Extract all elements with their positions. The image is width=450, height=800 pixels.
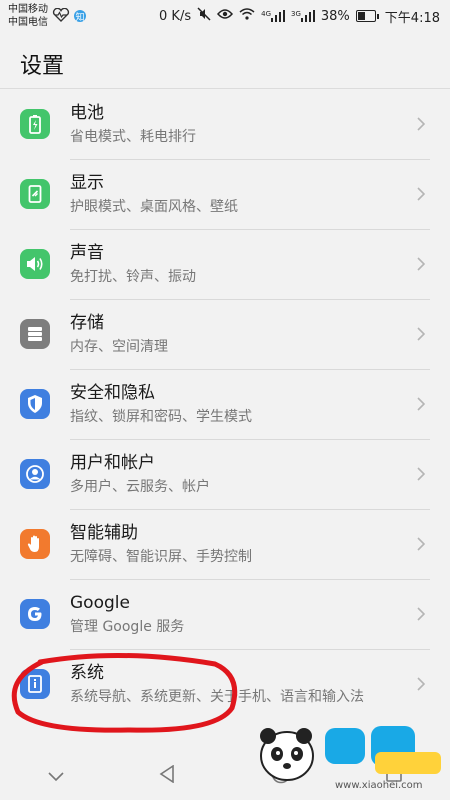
carrier-2: 中国电信 [8, 17, 48, 28]
panda-logo-icon [260, 726, 441, 781]
info-icon [20, 669, 50, 699]
battery-status-icon [355, 10, 379, 22]
battery-percent: 38% [320, 8, 350, 24]
settings-item-title: Google [70, 593, 130, 613]
status-bar: 中国移动 中国电信 知 0 K/s 4G 3G 38% 下午4:18 [0, 0, 450, 32]
settings-item-subtitle: 内存、空间清理 [70, 339, 168, 355]
settings-item-subtitle: 指纹、锁屏和密码、学生模式 [70, 409, 252, 425]
storage-icon [20, 319, 50, 349]
mute-icon [197, 7, 211, 25]
watermark-text: www.xiaohei.com [335, 780, 423, 791]
google-icon [20, 599, 50, 629]
signal-3g-icon: 3G [291, 10, 315, 22]
chevron-right-icon [417, 327, 426, 341]
divider [70, 509, 430, 510]
settings-item-battery[interactable]: 电池 省电模式、耗电排行 [0, 89, 450, 159]
speaker-icon [20, 249, 50, 279]
settings-item-subtitle: 护眼模式、桌面风格、壁纸 [70, 199, 238, 215]
settings-item-subtitle: 无障碍、智能识屏、手势控制 [70, 549, 252, 565]
hand-icon [20, 529, 50, 559]
divider [70, 299, 430, 300]
settings-item-title: 显示 [70, 173, 104, 193]
divider [70, 369, 430, 370]
settings-item-smart-assist[interactable]: 智能辅助 无障碍、智能识屏、手势控制 [0, 509, 450, 579]
eye-icon [217, 8, 234, 24]
settings-item-system[interactable]: 系统 系统导航、系统更新、关于手机、语言和输入法 [0, 649, 450, 719]
settings-item-google[interactable]: Google 管理 Google 服务 [0, 579, 450, 649]
network-4g-label: 4G [261, 10, 271, 18]
divider [70, 649, 430, 650]
settings-item-title: 声音 [70, 243, 104, 263]
chevron-right-icon [417, 257, 426, 271]
network-3g-label: 3G [291, 10, 301, 18]
settings-item-title: 电池 [70, 103, 104, 123]
divider [70, 579, 430, 580]
user-icon [20, 459, 50, 489]
settings-item-subtitle: 免打扰、铃声、振动 [70, 269, 196, 285]
back-icon[interactable] [159, 764, 175, 787]
chevron-right-icon [417, 117, 426, 131]
settings-item-subtitle: 省电模式、耗电排行 [70, 129, 196, 145]
divider [70, 229, 430, 230]
display-icon [20, 179, 50, 209]
network-speed: 0 K/s [159, 8, 192, 24]
settings-item-title: 用户和帐户 [70, 453, 155, 473]
settings-item-subtitle: 系统导航、系统更新、关于手机、语言和输入法 [70, 689, 364, 705]
carrier-1: 中国移动 [8, 4, 48, 15]
page-header: 设置 [0, 32, 450, 89]
chevron-right-icon [417, 677, 426, 691]
wifi-icon [239, 8, 255, 24]
settings-item-title: 智能辅助 [70, 523, 138, 543]
settings-item-sound[interactable]: 声音 免打扰、铃声、振动 [0, 229, 450, 299]
divider [70, 159, 430, 160]
settings-item-subtitle: 管理 Google 服务 [70, 619, 185, 635]
heart-rate-icon [52, 7, 70, 25]
chevron-right-icon [417, 537, 426, 551]
settings-item-title: 存储 [70, 313, 104, 333]
hide-nav-icon[interactable] [48, 767, 64, 786]
settings-item-display[interactable]: 显示 护眼模式、桌面风格、壁纸 [0, 159, 450, 229]
divider [70, 439, 430, 440]
settings-item-users-accounts[interactable]: 用户和帐户 多用户、云服务、帐户 [0, 439, 450, 509]
chevron-right-icon [417, 187, 426, 201]
page-title: 设置 [20, 54, 65, 79]
settings-item-subtitle: 多用户、云服务、帐户 [70, 479, 210, 495]
notification-icon: 知 [74, 10, 86, 23]
settings-item-security[interactable]: 安全和隐私 指纹、锁屏和密码、学生模式 [0, 369, 450, 439]
clock: 下午4:18 [384, 10, 440, 26]
settings-item-storage[interactable]: 存储 内存、空间清理 [0, 299, 450, 369]
chevron-right-icon [417, 607, 426, 621]
carrier-names: 中国移动 中国电信 [0, 3, 48, 29]
battery-icon [20, 109, 50, 139]
chevron-right-icon [417, 397, 426, 411]
watermark-logo: www.xiaohei.com [255, 722, 445, 797]
settings-item-title: 系统 [70, 663, 104, 683]
settings-item-title: 安全和隐私 [70, 383, 155, 403]
shield-icon [20, 389, 50, 419]
settings-list: 电池 省电模式、耗电排行 显示 护眼模式、桌面风格、壁纸 声音 免打扰、铃声、振… [0, 89, 450, 719]
chevron-right-icon [417, 467, 426, 481]
signal-4g-icon: 4G [261, 10, 285, 22]
